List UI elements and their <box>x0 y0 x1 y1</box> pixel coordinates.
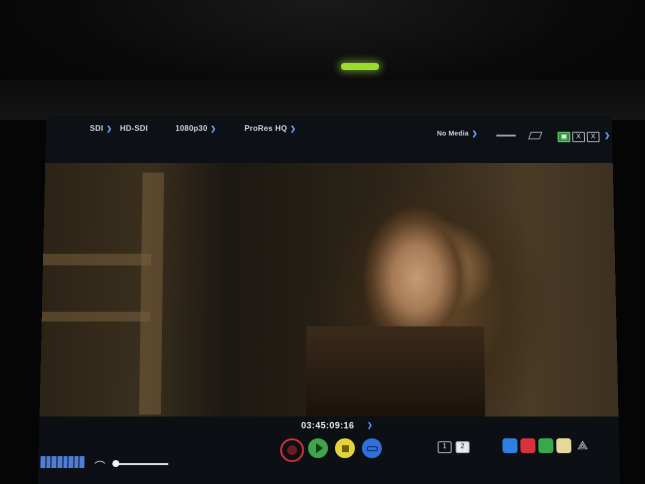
video-format-selector[interactable]: 1080p30 ❯ <box>175 124 216 132</box>
loop-icon <box>366 446 377 451</box>
transport-bar: 03:45:09:16 ❯ ⌒ 1 2 ⟁ <box>38 417 620 484</box>
chevron-right-icon: ❯ <box>472 131 478 138</box>
scopes-button[interactable] <box>502 438 517 453</box>
settings-icon[interactable]: ⟁ <box>577 438 588 453</box>
scene-beam <box>139 173 164 415</box>
focus-assist-button[interactable] <box>520 438 535 453</box>
input-type-label: SDI <box>90 124 104 132</box>
monitor-option-1-button[interactable]: X <box>572 132 585 142</box>
codec-label: ProRes HQ <box>244 124 287 132</box>
volume-slider-handle[interactable] <box>112 460 119 467</box>
media-status-label: No Media <box>437 131 469 138</box>
lut-button[interactable] <box>556 438 571 453</box>
meter-bar <box>40 456 45 468</box>
meter-bar <box>80 456 85 468</box>
headphone-icon[interactable]: ⌒ <box>94 458 105 474</box>
zebra-button[interactable] <box>538 438 553 453</box>
input-type-selector[interactable]: SDI ❯ <box>90 124 113 132</box>
codec-selector[interactable]: ProRes HQ ❯ <box>244 124 296 132</box>
more-options[interactable]: ❯ <box>601 131 610 139</box>
chevron-right-icon: ❯ <box>210 126 216 133</box>
media-status[interactable]: No Media ❯ <box>437 130 478 138</box>
meter-bar <box>63 456 68 468</box>
page-2-button[interactable]: 2 <box>456 441 470 453</box>
meter-bar <box>68 456 73 468</box>
page-1-button[interactable]: 1 <box>438 441 452 453</box>
record-icon <box>287 445 297 455</box>
chevron-right-icon: ❯ <box>367 421 373 429</box>
stop-button[interactable] <box>335 438 355 458</box>
input-standard-label: HD-SDI <box>120 124 148 132</box>
meter-bar <box>52 456 57 468</box>
loop-button[interactable] <box>362 438 382 458</box>
chevron-right-icon: ❯ <box>290 126 296 133</box>
play-icon <box>316 443 323 453</box>
meter-bar <box>57 456 62 468</box>
tally-light <box>341 63 379 70</box>
recorder-screen: SDI ❯ HD-SDI 1080p30 ❯ ProRes HQ ❯ No Media… <box>38 116 620 484</box>
video-preview <box>40 163 619 417</box>
stop-icon <box>341 445 348 452</box>
scene-beam <box>42 312 151 322</box>
monitor-active-glyph: ▣ <box>561 134 568 141</box>
monitor-active-button[interactable]: ▣ <box>558 132 571 142</box>
status-bar: SDI ❯ HD-SDI 1080p30 ❯ ProRes HQ ❯ No Media… <box>45 116 612 163</box>
meter-bar <box>74 456 79 468</box>
chevron-right-icon: ❯ <box>106 126 112 133</box>
battery-icon <box>496 135 515 137</box>
subject-coat <box>306 326 485 416</box>
chevron-right-icon: ❯ <box>604 133 610 140</box>
monitor-option-2-button[interactable]: X <box>587 132 600 142</box>
display-icon <box>528 132 542 140</box>
volume-slider[interactable] <box>116 463 168 465</box>
timecode: 03:45:09:16 <box>301 420 354 430</box>
meter-bar <box>46 456 51 468</box>
video-format-label: 1080p30 <box>175 124 207 132</box>
scene-beam <box>43 254 151 266</box>
audio-meter <box>40 456 84 468</box>
bezel-edge <box>0 80 645 120</box>
play-button[interactable] <box>308 438 328 458</box>
record-button[interactable] <box>280 438 304 462</box>
input-standard-selector[interactable]: HD-SDI <box>120 124 148 132</box>
